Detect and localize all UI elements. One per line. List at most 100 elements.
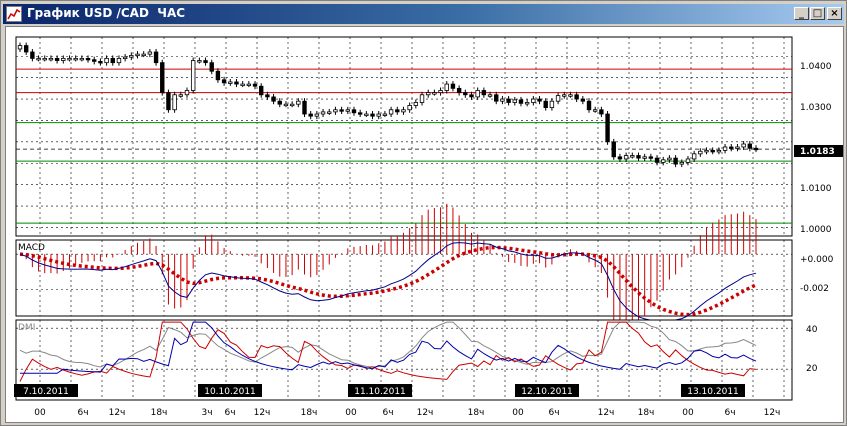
candle xyxy=(444,83,449,91)
candle xyxy=(500,98,505,102)
hour-label: 12ч xyxy=(109,408,126,418)
candle xyxy=(172,94,177,111)
candle xyxy=(54,57,60,61)
candle xyxy=(252,83,258,87)
minimize-button[interactable]: _ xyxy=(794,7,809,20)
candle xyxy=(432,92,437,95)
candle xyxy=(753,147,759,151)
candle xyxy=(673,157,678,165)
candle xyxy=(79,57,85,61)
candle xyxy=(48,57,54,61)
candle xyxy=(320,111,326,115)
candle xyxy=(153,51,159,64)
candle xyxy=(438,90,443,94)
candle xyxy=(524,102,530,105)
candle xyxy=(388,109,394,115)
candle xyxy=(636,155,641,159)
candle xyxy=(289,103,295,107)
hour-label: 6ч xyxy=(548,408,559,418)
candle xyxy=(296,100,301,105)
candle xyxy=(747,143,753,149)
hour-label: 6ч xyxy=(382,408,393,418)
last-price-label: 1.0183 xyxy=(800,147,835,157)
candle xyxy=(147,51,153,55)
candle xyxy=(23,45,29,53)
candle xyxy=(531,98,536,103)
candle xyxy=(506,98,511,103)
price-tick-label: 1.0000 xyxy=(800,225,832,235)
candle xyxy=(308,113,313,117)
candle xyxy=(184,90,190,96)
hour-label: 00 xyxy=(512,408,524,418)
candle xyxy=(240,83,245,86)
candle xyxy=(716,150,722,153)
hour-label: 18ч xyxy=(468,408,485,418)
candle xyxy=(586,100,592,111)
candle xyxy=(283,103,289,107)
candle xyxy=(190,60,196,91)
candle xyxy=(456,87,462,94)
price-tick-label: 1.0400 xyxy=(800,62,832,72)
candle xyxy=(271,96,276,102)
candle xyxy=(160,62,165,94)
candle xyxy=(85,57,91,61)
hour-label: 3ч xyxy=(201,408,212,418)
candle xyxy=(122,56,128,60)
chart-window: График USD /CAD ЧАС _ □ × 1.0400 1.0300 … xyxy=(0,0,847,426)
macd-tick-label: +0.000 xyxy=(800,255,834,265)
dmi-label: DMI xyxy=(18,323,35,333)
candle xyxy=(98,60,103,64)
candle xyxy=(376,113,381,117)
hour-label: 00 xyxy=(345,408,357,418)
maximize-button[interactable]: □ xyxy=(810,7,825,20)
chart-app-icon xyxy=(6,6,22,22)
candle xyxy=(197,60,202,63)
candle xyxy=(370,113,375,117)
candle xyxy=(407,105,412,111)
candle xyxy=(61,57,66,61)
time-axis: 00 6ч 12ч 18ч 3ч 6ч 12ч 18ч 00 6ч 12ч 18ч 00 6ч 12ч 18ч… xyxy=(34,408,780,418)
candle xyxy=(67,57,72,61)
candle xyxy=(481,90,487,96)
candle xyxy=(543,100,548,109)
candle xyxy=(277,100,282,105)
dmi-tick-label: 40 xyxy=(806,325,818,335)
candle xyxy=(345,109,350,112)
hour-label: 6ч xyxy=(224,408,235,418)
candle xyxy=(685,158,691,163)
candle xyxy=(215,70,221,81)
hour-label: 18ч xyxy=(151,408,168,418)
candle xyxy=(246,83,252,86)
close-button[interactable]: × xyxy=(827,7,842,20)
title-bar[interactable]: График USD /CAD ЧАС _ □ × xyxy=(3,4,844,24)
candle xyxy=(42,57,47,61)
candle xyxy=(203,60,208,64)
candle xyxy=(401,109,406,113)
candle xyxy=(450,83,456,89)
candle xyxy=(314,113,320,117)
candle xyxy=(568,94,573,97)
candle xyxy=(580,98,586,102)
candle xyxy=(667,157,672,161)
candle xyxy=(623,155,629,160)
candle xyxy=(555,95,561,102)
candle xyxy=(265,94,270,98)
candle xyxy=(104,57,109,64)
candle xyxy=(228,81,233,84)
candle xyxy=(648,156,654,159)
candle xyxy=(413,102,419,106)
candle xyxy=(234,81,239,85)
candle xyxy=(661,159,666,163)
price-axis: 1.0400 1.0300 1.0183 1.0100 1.0000 xyxy=(794,62,843,235)
price-tick-label: 1.0100 xyxy=(800,184,832,194)
window-title: График USD /CAD ЧАС xyxy=(27,6,186,20)
date-badge-label: 12.10.2011 xyxy=(521,387,573,397)
candle xyxy=(166,92,171,111)
chart-canvas[interactable]: 1.0400 1.0300 1.0183 1.0100 1.0000 MACD … xyxy=(6,27,843,422)
candle xyxy=(605,113,610,143)
dmi-tick-label: 20 xyxy=(806,364,818,374)
candle xyxy=(141,53,146,57)
candle xyxy=(518,99,524,104)
candle xyxy=(537,98,542,102)
candle xyxy=(463,92,468,96)
